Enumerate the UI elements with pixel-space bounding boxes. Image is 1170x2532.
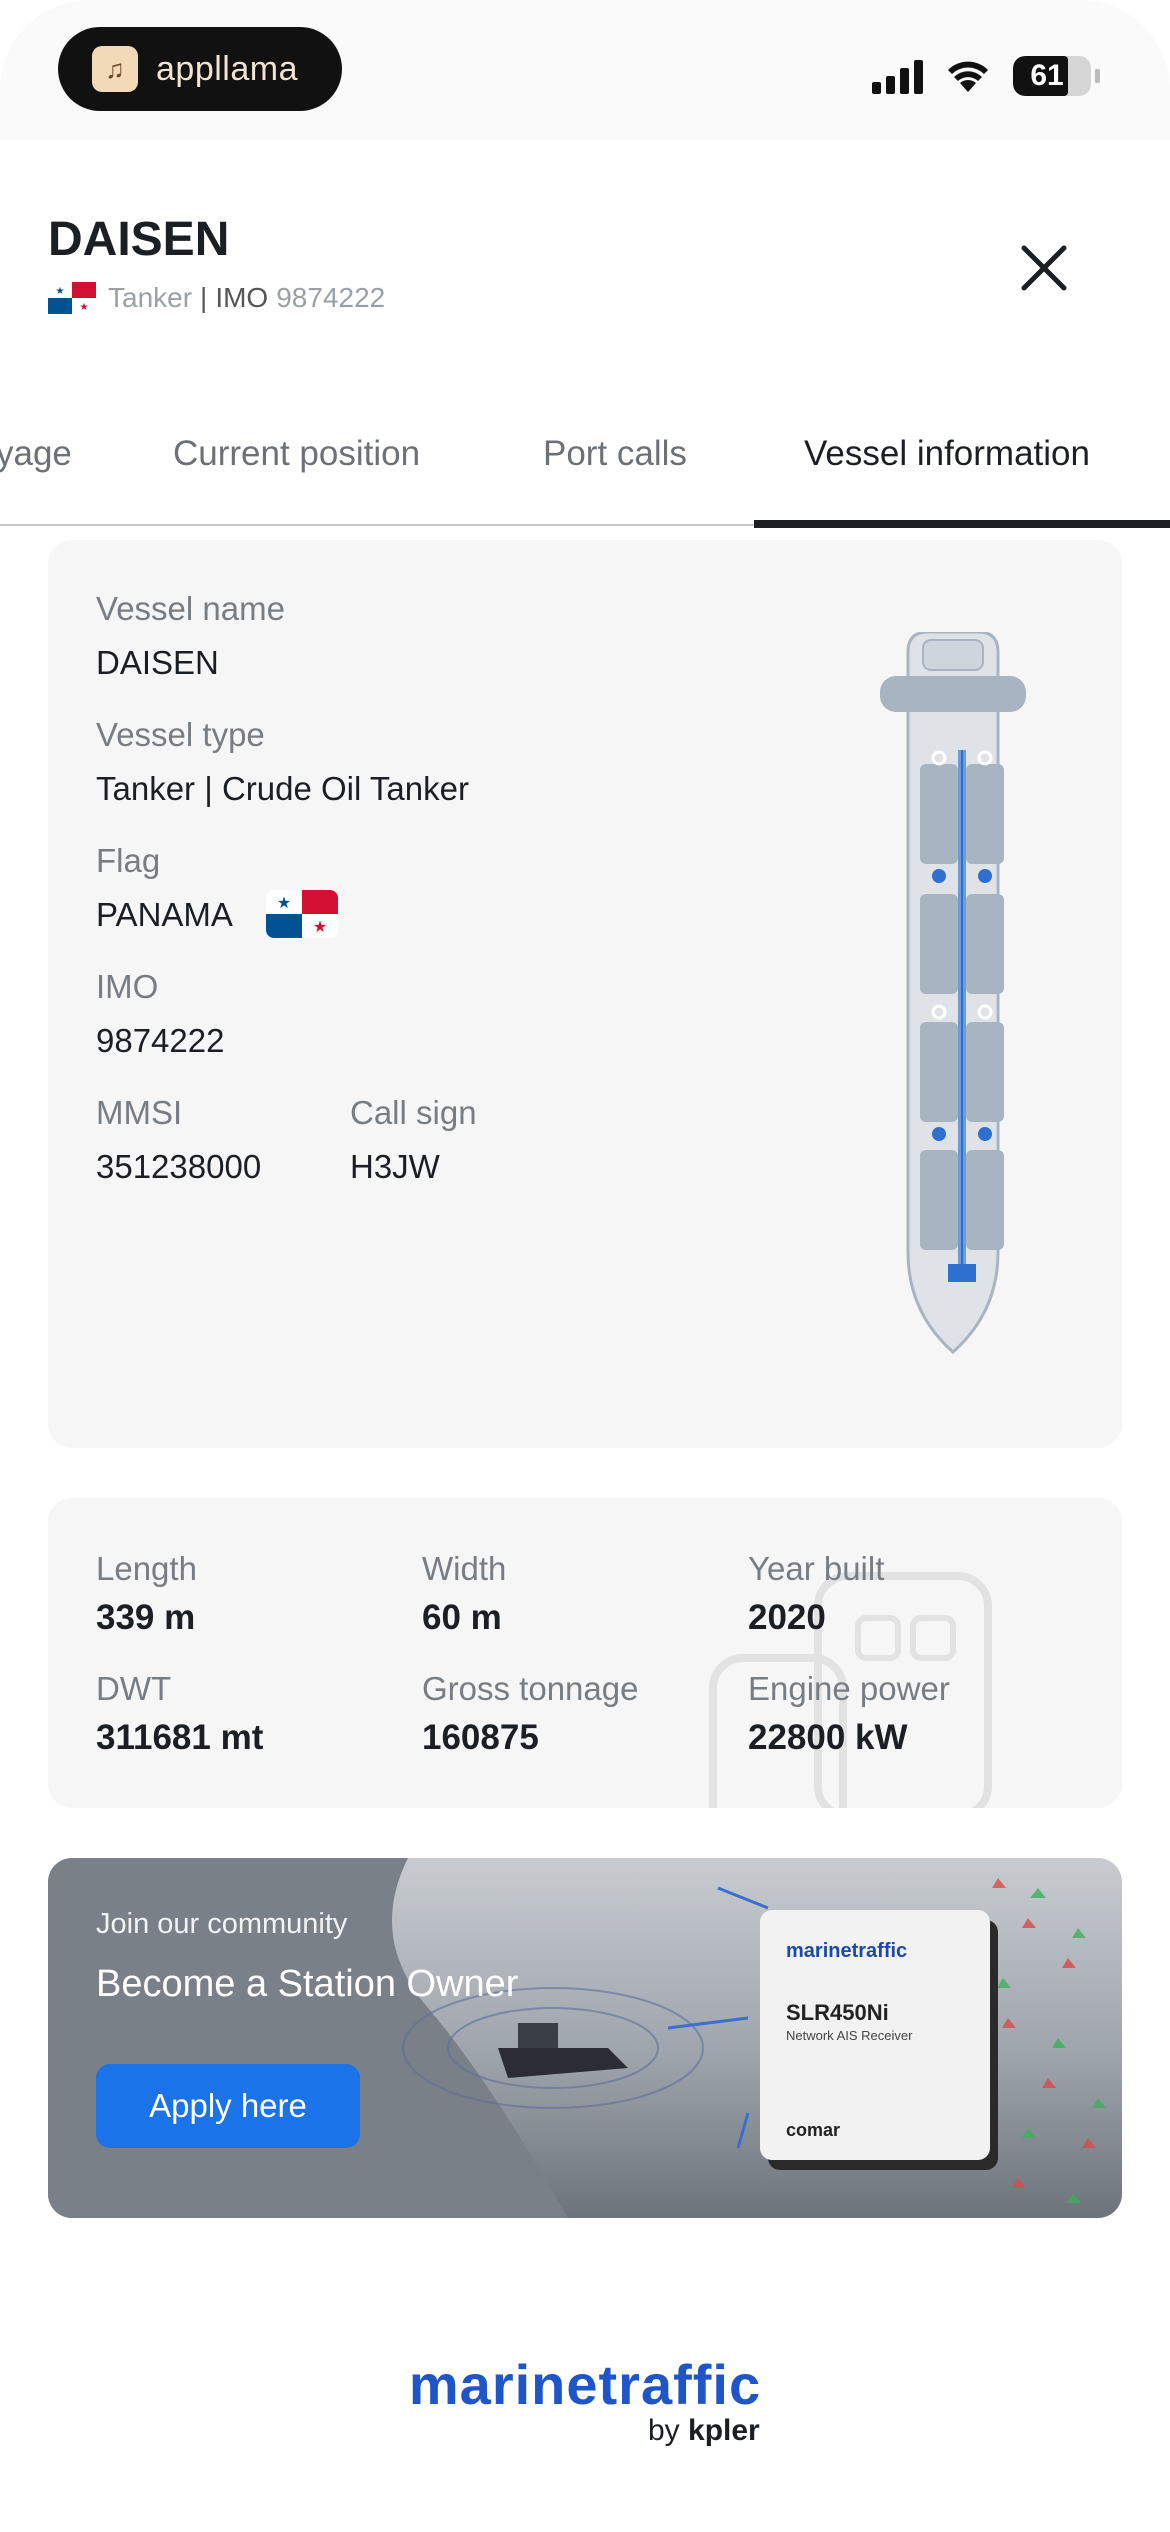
svg-text:★: ★ bbox=[313, 919, 327, 936]
call-sign-label: Call sign bbox=[350, 1094, 477, 1131]
signal-icon bbox=[872, 58, 923, 94]
banner-headline: Become a Station Owner bbox=[96, 1963, 519, 2005]
imo-value: 9874222 bbox=[276, 282, 386, 313]
vessel-type-short: Tanker bbox=[108, 282, 193, 313]
panama-flag-icon: ★ ★ bbox=[266, 890, 338, 938]
tab-current-position[interactable]: Current position bbox=[173, 434, 420, 474]
length-value: 339 m bbox=[96, 1598, 196, 1637]
width-value: 60 m bbox=[422, 1598, 502, 1637]
marinetraffic-logo: marinetraffic bbox=[408, 2353, 762, 2416]
status-bar: ♫ appllama 61 bbox=[0, 0, 1170, 140]
vessel-title: DAISEN bbox=[48, 213, 230, 266]
tab-port-calls[interactable]: Port calls bbox=[543, 434, 687, 474]
active-tab-indicator bbox=[754, 520, 1170, 528]
receiver-device-image: marinetraffic SLR450Ni Network AIS Recei… bbox=[760, 1910, 990, 2160]
imo-value: 9874222 bbox=[96, 1022, 225, 1059]
station-owner-banner[interactable]: marinetraffic SLR450Ni Network AIS Recei… bbox=[48, 1858, 1122, 2218]
wifi-icon bbox=[948, 61, 988, 92]
dwt-value: 311681 mt bbox=[96, 1718, 264, 1757]
kpler-text: kpler bbox=[688, 2414, 760, 2447]
separator: | bbox=[200, 282, 208, 313]
vessel-subtitle: ★ ★ Tanker | IMO 9874222 bbox=[48, 282, 385, 314]
device-brand: marinetraffic bbox=[786, 1940, 908, 1962]
device-description: Network AIS Receiver bbox=[786, 2028, 913, 2043]
device-maker: comar bbox=[786, 2120, 841, 2140]
app-brand: appllama bbox=[156, 49, 298, 88]
vessel-type-value: Tanker | Crude Oil Tanker bbox=[96, 770, 469, 807]
ais-traffic-dots bbox=[992, 1878, 1106, 2203]
gross-tonnage-label: Gross tonnage bbox=[422, 1670, 639, 1707]
year-built-value: 2020 bbox=[748, 1598, 826, 1637]
banner-kicker: Join our community bbox=[96, 1908, 348, 1940]
tab-vessel-information[interactable]: Vessel information bbox=[804, 434, 1090, 474]
imo-label: IMO bbox=[215, 282, 269, 313]
length-label: Length bbox=[96, 1550, 197, 1587]
width-label: Width bbox=[422, 1550, 507, 1587]
gross-tonnage-value: 160875 bbox=[422, 1718, 539, 1757]
flag-value: PANAMA bbox=[96, 896, 233, 933]
status-icons: 61 bbox=[872, 56, 1100, 96]
svg-text:★: ★ bbox=[277, 895, 291, 912]
engine-power-value: 22800 kW bbox=[748, 1718, 908, 1757]
mmsi-label: MMSI bbox=[96, 1094, 183, 1131]
svg-text:★: ★ bbox=[80, 302, 89, 313]
battery-tip bbox=[1095, 69, 1100, 83]
llama-icon: ♫ bbox=[92, 46, 138, 92]
mmsi-value: 351238000 bbox=[96, 1148, 262, 1185]
tab-voyage[interactable]: yage bbox=[0, 434, 72, 474]
vessel-name-value: DAISEN bbox=[96, 644, 219, 681]
imo-label: IMO bbox=[96, 968, 159, 1005]
vessel-name-label: Vessel name bbox=[96, 590, 285, 627]
tanker-illustration bbox=[880, 632, 1026, 1355]
engine-power-label: Engine power bbox=[748, 1670, 950, 1707]
apply-here-button[interactable]: Apply here bbox=[96, 2064, 360, 2148]
by-kpler: by kpler bbox=[648, 2414, 760, 2448]
app-pill: ♫ appllama bbox=[58, 27, 342, 111]
panama-flag-icon: ★ ★ bbox=[48, 282, 96, 314]
year-built-label: Year built bbox=[748, 1550, 885, 1587]
vessel-type-label: Vessel type bbox=[96, 716, 265, 753]
by-text: by bbox=[648, 2414, 680, 2447]
battery-icon: 61 bbox=[1013, 56, 1091, 96]
close-button[interactable] bbox=[1008, 232, 1080, 304]
dimensions-card: Length 339 m Width 60 m Year built 2020 … bbox=[48, 1498, 1122, 1808]
device-model: SLR450Ni bbox=[786, 2000, 889, 2025]
call-sign-value: H3JW bbox=[350, 1148, 440, 1185]
dwt-label: DWT bbox=[96, 1670, 172, 1707]
close-icon bbox=[1021, 245, 1067, 291]
vessel-info-card: Vessel name DAISEN Vessel type Tanker | … bbox=[48, 540, 1122, 1448]
tab-bar: yage Current position Port calls Vessel … bbox=[0, 410, 1170, 528]
flag-label: Flag bbox=[96, 842, 161, 879]
svg-text:★: ★ bbox=[56, 286, 65, 297]
